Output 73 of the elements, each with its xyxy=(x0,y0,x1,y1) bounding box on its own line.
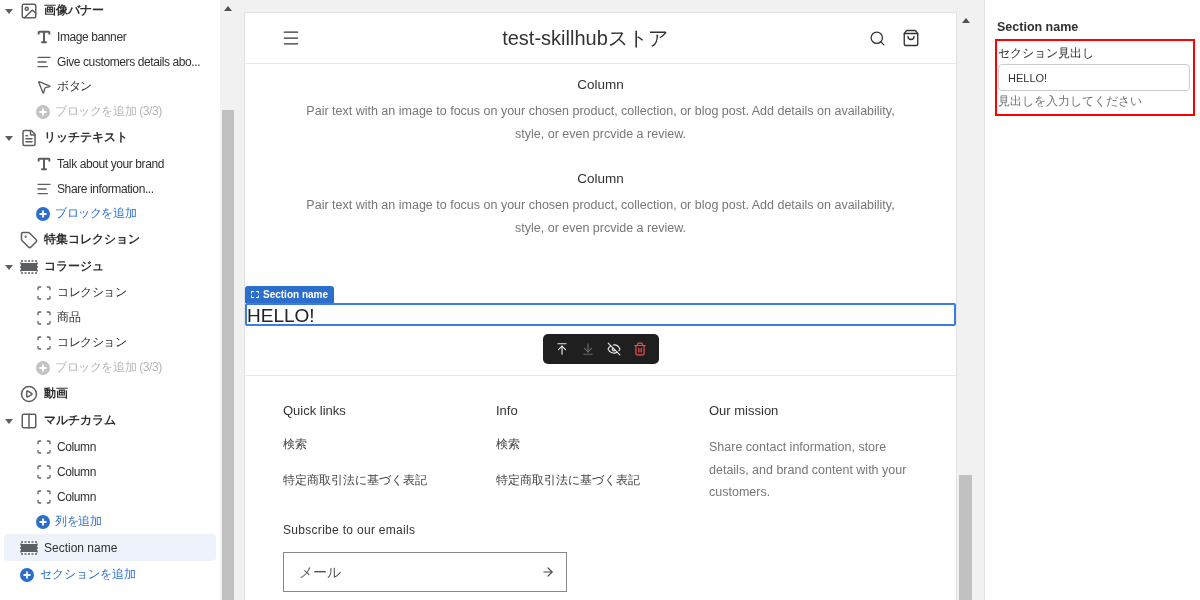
subscribe-heading: Subscribe to our emails xyxy=(283,523,417,537)
block-item[interactable]: 商品 xyxy=(4,305,216,330)
column-title: Column xyxy=(576,77,625,92)
section-icon xyxy=(20,258,38,275)
block-icon xyxy=(36,488,52,505)
section-tag-label: Section name xyxy=(263,289,329,300)
block-item[interactable]: Column xyxy=(4,459,216,484)
pointer-icon xyxy=(36,78,52,95)
bag-icon[interactable] xyxy=(902,29,920,47)
section-item[interactable]: 動画 xyxy=(4,380,216,407)
columns-icon xyxy=(20,411,38,430)
panel-title: Section name xyxy=(997,20,1080,34)
heading-input[interactable]: HELLO! xyxy=(998,64,1190,91)
text-icon xyxy=(36,28,52,45)
footer-heading: Info xyxy=(496,403,519,418)
section-heading[interactable]: HELLO! xyxy=(245,303,956,326)
block-icon xyxy=(36,463,52,480)
field-hint: 見出しを入力してください xyxy=(998,94,1143,109)
store-name[interactable]: test-skillhubストア xyxy=(301,24,869,52)
block-item[interactable]: Column xyxy=(4,434,216,459)
caret-icon[interactable] xyxy=(5,133,13,142)
column-title: Column xyxy=(576,171,625,186)
block-item[interactable]: コレクション xyxy=(4,280,216,305)
text-icon xyxy=(36,155,52,172)
column-text: Pair text with an image to focus on your chosen product, collection, or blog post. Add details on availability, style, or even prcvide a review. xyxy=(305,103,896,143)
add-icon xyxy=(20,567,34,582)
add-icon xyxy=(36,360,50,375)
block-item[interactable]: Talk about your brand xyxy=(4,151,216,176)
field-label: セクション見出し xyxy=(998,46,1095,61)
block-item[interactable]: Image banner xyxy=(4,24,216,49)
block-icon xyxy=(36,309,52,326)
arrow-right-icon[interactable] xyxy=(541,565,555,579)
footer-heading: Quick links xyxy=(283,403,347,418)
block-icon xyxy=(36,284,52,301)
section-item[interactable]: 画像バナー xyxy=(4,0,216,24)
section-item[interactable]: リッチテキスト xyxy=(4,124,216,151)
block-icon xyxy=(36,334,52,351)
column-text: Pair text with an image to focus on your chosen product, collection, or blog post. Add details on availability, style, or even prcvide a review. xyxy=(305,197,896,237)
email-field[interactable]: メール xyxy=(283,552,567,592)
add-block-link[interactable]: ブロックを追加 xyxy=(4,201,216,226)
section-item[interactable]: Section name xyxy=(4,534,216,561)
section-icon xyxy=(20,539,38,556)
play-icon xyxy=(20,384,38,403)
image-icon xyxy=(20,1,38,20)
add-icon xyxy=(36,206,50,221)
scrollbar[interactable] xyxy=(220,0,236,600)
footer-heading: Our mission xyxy=(709,403,780,418)
caret-icon[interactable] xyxy=(5,262,13,271)
block-item[interactable]: Give customers details abo... xyxy=(4,49,216,74)
document-icon xyxy=(20,128,38,147)
add-block-link[interactable]: 列を追加 xyxy=(4,509,216,534)
block-icon xyxy=(36,438,52,455)
tag-icon xyxy=(20,230,38,249)
footer-link[interactable]: 特定商取引法に基づく表記 xyxy=(496,472,709,489)
block-item[interactable]: Share information... xyxy=(4,176,216,201)
block-item[interactable]: コレクション xyxy=(4,330,216,355)
section-tag[interactable]: Section name xyxy=(245,286,335,303)
footer-link[interactable]: 検索 xyxy=(283,436,496,453)
caret-icon[interactable] xyxy=(5,6,13,15)
add-icon xyxy=(36,104,50,119)
block-item[interactable]: ボタン xyxy=(4,74,216,99)
section-item[interactable]: コラージュ xyxy=(4,253,216,280)
section-item[interactable]: マルチカラム xyxy=(4,407,216,434)
add-section-link[interactable]: セクションを追加 xyxy=(4,561,216,588)
add-icon xyxy=(36,514,50,529)
footer-text: Share contact information, store details, and brand content with your customers. xyxy=(709,439,908,501)
section-icon xyxy=(251,291,259,298)
search-icon[interactable] xyxy=(869,29,886,47)
section-item[interactable]: 特集コレクション xyxy=(4,226,216,253)
footer-link[interactable]: 検索 xyxy=(496,436,709,453)
footer-link[interactable]: 特定商取引法に基づく表記 xyxy=(283,472,496,489)
block-item[interactable]: Column xyxy=(4,484,216,509)
caret-icon[interactable] xyxy=(5,416,13,425)
